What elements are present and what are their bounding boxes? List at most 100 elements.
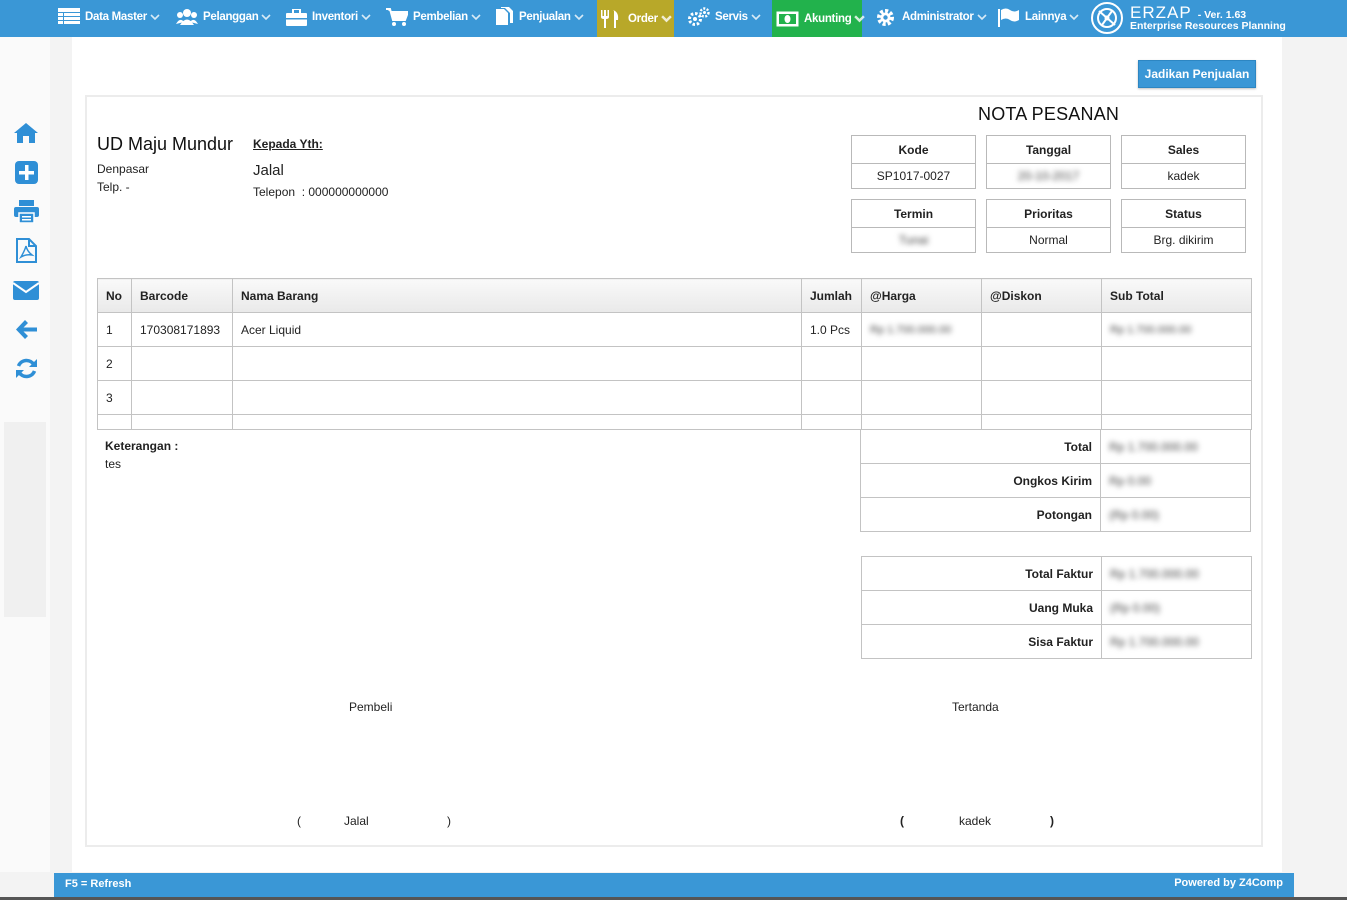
print-button[interactable] xyxy=(12,198,40,224)
chevron-down-icon xyxy=(1069,13,1079,20)
cell-no: 2 xyxy=(97,346,132,381)
info-value: Tunai xyxy=(898,233,929,247)
nav-data-master[interactable]: Data Master xyxy=(58,0,160,34)
jadikan-penjualan-button[interactable]: Jadikan Penjualan xyxy=(1138,60,1256,88)
cell-barcode xyxy=(131,346,233,381)
info-label: Termin xyxy=(852,200,975,228)
paren-open: ( xyxy=(900,814,904,828)
tertanda-name: kadek xyxy=(959,814,992,828)
sidebar-strip xyxy=(4,422,46,617)
keterangan-label: Keterangan : xyxy=(105,439,179,453)
cogs-icon xyxy=(688,7,710,26)
company-phone: Telp. - xyxy=(97,180,130,194)
cell-no: 3 xyxy=(97,380,132,415)
email-button[interactable] xyxy=(12,277,40,303)
company-name: UD Maju Mundur xyxy=(97,134,234,154)
brand-version: - Ver. 1.63 xyxy=(1197,8,1247,21)
summary-value: Rp 0.00 xyxy=(1100,463,1251,498)
add-button[interactable] xyxy=(12,159,40,185)
cell-harga xyxy=(861,380,982,415)
chevron-down-icon xyxy=(361,13,371,20)
cell-barcode: 170308171893 xyxy=(131,312,233,347)
pembeli-name: Jalal xyxy=(344,814,369,828)
paren-close: ) xyxy=(447,814,451,828)
cell-diskon xyxy=(981,380,1102,415)
summary-row-uang-muka: Uang Muka (Rp 0.00) xyxy=(861,590,1252,625)
recipient-label: Kepada Yth: xyxy=(253,137,323,151)
table-row: 3 xyxy=(97,380,1252,415)
info-label: Sales xyxy=(1122,136,1245,164)
chevron-down-icon xyxy=(471,13,481,20)
cart-icon xyxy=(386,8,408,26)
chevron-down-icon xyxy=(976,13,987,20)
paren-open: ( xyxy=(297,814,301,828)
column-header: @Harga xyxy=(861,278,982,313)
cell-barcode xyxy=(131,380,233,415)
flag-icon xyxy=(998,8,1019,27)
cell-empty xyxy=(861,414,982,430)
paren-close: ) xyxy=(1050,814,1054,828)
top-navbar: Data Master Pelanggan Inventori Pembelia… xyxy=(0,0,1347,37)
summary-row-ongkos-kirim: Ongkos Kirim Rp 0.00 xyxy=(860,463,1251,498)
refresh-button[interactable] xyxy=(12,355,40,381)
nav-label: Servis xyxy=(715,11,748,23)
cell-harga xyxy=(861,346,982,381)
cell-subtotal xyxy=(1101,346,1252,381)
info-value: 20-10-2017 xyxy=(1017,169,1080,183)
cell-empty xyxy=(801,414,862,430)
cell-empty xyxy=(1101,414,1252,430)
nav-order[interactable]: Order xyxy=(597,0,674,37)
table-icon xyxy=(58,8,80,24)
cell-no: 1 xyxy=(97,312,132,347)
info-status: Status Brg. dikirim xyxy=(1121,199,1246,253)
cell-nama xyxy=(232,380,802,415)
document-title: NOTA PESANAN xyxy=(978,104,1120,124)
customer-name: Jalal xyxy=(253,162,284,179)
nav-lainnya[interactable]: Lainnya xyxy=(998,0,1079,34)
nav-administrator[interactable]: Administrator xyxy=(876,0,987,34)
info-prioritas: Prioritas Normal xyxy=(986,199,1111,253)
brand-tagline: Enterprise Resources Planning xyxy=(1130,20,1286,33)
column-header: No xyxy=(97,278,132,313)
summary-value: Rp 1.700.000.00 xyxy=(1100,429,1251,464)
nav-label: Pelanggan xyxy=(203,11,259,23)
keterangan-value: tes xyxy=(105,457,122,471)
nav-servis[interactable]: Servis xyxy=(688,0,761,34)
nav-pelanggan[interactable]: Pelanggan xyxy=(176,0,272,34)
nav-label: Order xyxy=(628,12,658,25)
home-button[interactable] xyxy=(12,120,40,146)
nav-label: Data Master xyxy=(85,11,147,23)
pdf-button[interactable] xyxy=(12,237,40,263)
erzap-logo-icon xyxy=(1091,2,1123,34)
summary-value: (Rp 0.00) xyxy=(1100,497,1251,532)
items-table: No Barcode Nama Barang Jumlah @Harga @Di… xyxy=(97,278,1252,430)
nav-akunting[interactable]: Akunting xyxy=(772,0,866,37)
summary-label: Total Faktur xyxy=(861,556,1102,591)
chevron-down-icon xyxy=(261,13,272,20)
column-header: Barcode xyxy=(131,278,233,313)
cell-jumlah: 1.0 Pcs xyxy=(801,312,862,347)
cell-diskon xyxy=(981,346,1102,381)
home-icon xyxy=(14,123,38,143)
cell-harga: Rp 1.700.000.00 xyxy=(861,312,982,347)
info-tanggal: Tanggal 20-10-2017 xyxy=(986,135,1111,189)
tertanda-label: Tertanda xyxy=(952,700,999,714)
chevron-down-icon xyxy=(751,13,761,20)
back-button[interactable] xyxy=(12,316,40,342)
summary-label: Sisa Faktur xyxy=(861,624,1102,659)
table-row-partial xyxy=(97,414,1252,430)
print-icon xyxy=(13,199,39,223)
nav-pembelian[interactable]: Pembelian xyxy=(386,0,481,34)
column-header: Jumlah xyxy=(801,278,862,313)
company-city: Denpasar xyxy=(97,162,150,176)
refresh-icon xyxy=(15,358,37,378)
briefcase-icon xyxy=(286,8,307,26)
summary-label: Uang Muka xyxy=(861,590,1102,625)
info-kode: Kode SP1017-0027 xyxy=(851,135,976,189)
pdf-icon xyxy=(15,237,37,263)
nav-penjualan[interactable]: Penjualan xyxy=(494,0,584,34)
summary-value: Rp 1.700.000.00 xyxy=(1101,556,1252,591)
gear-icon xyxy=(877,8,894,26)
nav-inventori[interactable]: Inventori xyxy=(286,0,371,34)
info-value: kadek xyxy=(1167,169,1200,183)
